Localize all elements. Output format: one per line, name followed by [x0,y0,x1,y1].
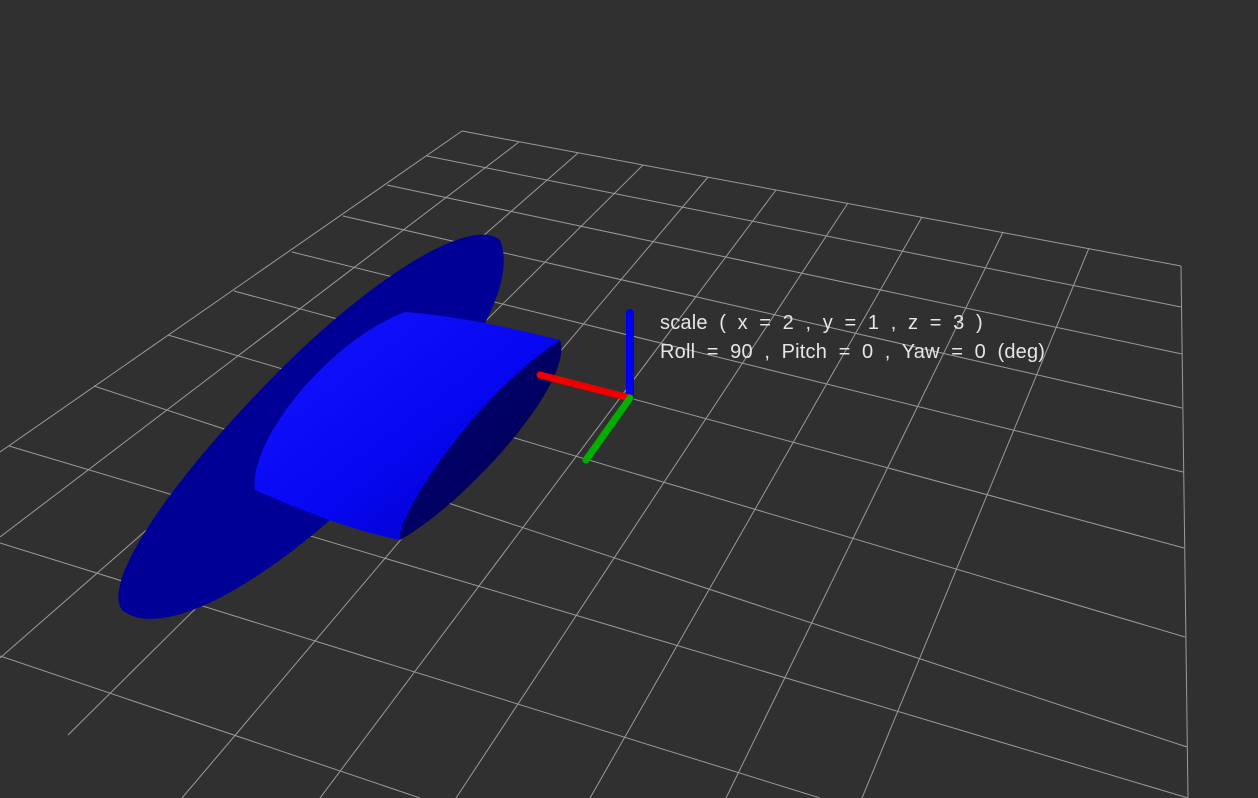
x-axis [536,371,634,402]
3d-viewport[interactable]: scale ( x = 2 , y = 1 , z = 3 ) Roll = 9… [0,0,1258,798]
y-axis [582,394,634,464]
ground-grid [0,130,1189,798]
coordinate-axes [536,309,634,464]
cylinder-marker[interactable] [118,234,562,619]
scene-canvas [0,130,1189,798]
scale-label: scale ( x = 2 , y = 1 , z = 3 ) [660,312,983,334]
orientation-label: Roll = 90 , Pitch = 0 , Yaw = 0 (deg) [660,341,1046,363]
